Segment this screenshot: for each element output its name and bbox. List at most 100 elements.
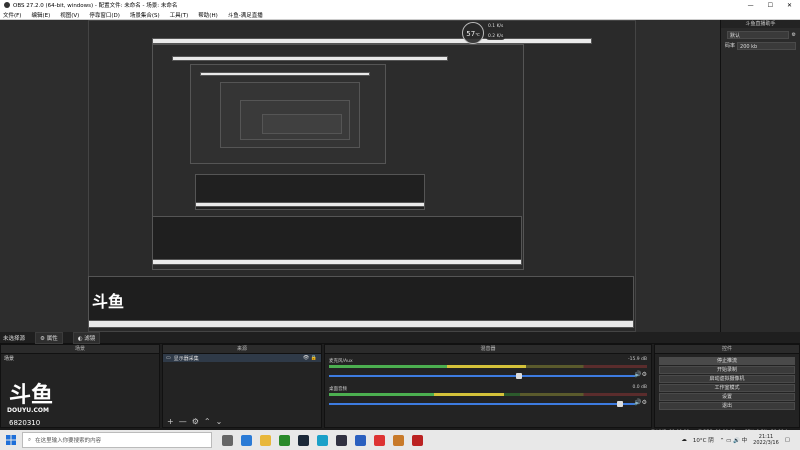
- clock-date: 2022/3/16: [753, 440, 779, 446]
- search-placeholder: 在这里输入你要搜索的内容: [35, 438, 102, 444]
- add-source-button[interactable]: +: [167, 417, 174, 426]
- temperature-unit: ℃: [475, 32, 480, 37]
- menu-view[interactable]: 视图(V): [60, 11, 79, 19]
- system-tray: ☁ 10°C 阴 ⌃ ▭ 🔊 中 21:11 2022/3/16 ▢: [681, 434, 800, 446]
- app-icon-orange[interactable]: [393, 434, 404, 446]
- xbox-icon[interactable]: [279, 434, 290, 446]
- close-button[interactable]: ✕: [787, 2, 792, 9]
- desktop-speaker-icon[interactable]: 🔊⚙: [634, 399, 647, 406]
- properties-button[interactable]: ⚙ 属性: [35, 331, 63, 344]
- douyu-url: DOUYU.COM: [7, 407, 49, 414]
- tray-icons[interactable]: ⌃ ▭ 🔊 中: [720, 436, 747, 444]
- netease-music-icon[interactable]: [374, 434, 385, 446]
- sources-dock-title: 来源: [163, 345, 321, 354]
- mic-speaker-icon[interactable]: 🔊⚙: [634, 371, 647, 378]
- menu-douyu[interactable]: 斗鱼-满足直播: [228, 11, 263, 19]
- menu-tools[interactable]: 工具(T): [170, 11, 189, 19]
- mixer-dock: 混音器 麦克风/Aux -15.9 dB 🔊⚙ 桌面音频 0.0 dB 🔊⚙: [324, 344, 652, 428]
- douyu-logo-nested: 斗鱼: [92, 292, 125, 311]
- stop-streaming-button[interactable]: 停止推流: [659, 357, 795, 365]
- obs-icon[interactable]: [336, 434, 347, 446]
- mic-level-fill: [329, 365, 527, 368]
- douyu-assistant-panel: 斗鱼直播助手 默认 ⚙ 码率 200 kb: [720, 20, 800, 332]
- menu-edit[interactable]: 编辑(E): [31, 11, 50, 19]
- settings-gear-icon[interactable]: ⚙: [792, 32, 796, 38]
- menu-file[interactable]: 文件(F): [3, 11, 21, 19]
- taskbar-apps: [222, 434, 423, 446]
- filters-button[interactable]: ◐ 滤镜: [72, 331, 101, 344]
- app-icon-red[interactable]: [412, 434, 423, 446]
- maximize-button[interactable]: ☐: [768, 2, 773, 9]
- mixer-channel-desktop: 桌面音频 0.0 dB 🔊⚙: [329, 385, 647, 415]
- task-view-icon[interactable]: [222, 434, 233, 446]
- preview-canvas[interactable]: 斗鱼 57℃ 0.1 K/s 0.2 K/s: [0, 20, 720, 332]
- menu-docks[interactable]: 停靠窗口(D): [89, 11, 120, 19]
- download-speed: 0.2 K/s: [486, 33, 506, 40]
- exit-button[interactable]: 退出: [659, 402, 795, 410]
- nested-capture-9: [262, 114, 342, 134]
- visibility-eye-icon[interactable]: 👁 🔒: [303, 355, 317, 361]
- properties-label: 属性: [46, 335, 58, 342]
- studio-mode-button[interactable]: 工作室模式: [659, 384, 795, 392]
- desktop-volume-slider[interactable]: [329, 401, 635, 407]
- app-icon-blue[interactable]: [355, 434, 366, 446]
- source-settings-button[interactable]: ⚙: [192, 417, 199, 426]
- desktop-channel-name: 桌面音频: [329, 387, 347, 392]
- start-virtual-camera-button[interactable]: 启动虚拟摄像机: [659, 375, 795, 383]
- move-down-button[interactable]: ⌄: [216, 417, 223, 426]
- steam-icon[interactable]: [298, 434, 309, 446]
- weather-icon: ☁: [681, 437, 687, 443]
- source-toolbar: 未选择源 ⚙ 属性 ◐ 滤镜: [0, 331, 800, 344]
- window-titlebar: OBS 27.2.0 (64-bit, windows) - 配置文件: 未命名…: [0, 0, 800, 10]
- minimize-button[interactable]: —: [748, 2, 754, 9]
- edge-icon[interactable]: [317, 434, 328, 446]
- room-id: 6820310: [9, 419, 41, 427]
- move-up-button[interactable]: ⌃: [204, 417, 211, 426]
- controls-dock: 控件 停止推流 开始录制 启动虚拟摄像机 工作室模式 设置 退出: [654, 344, 800, 428]
- scene-item[interactable]: 场景: [1, 354, 159, 362]
- window-title: OBS 27.2.0 (64-bit, windows) - 配置文件: 未命名…: [13, 3, 178, 9]
- desktop-level-fill: [329, 393, 504, 396]
- start-recording-button[interactable]: 开始录制: [659, 366, 795, 374]
- nested-taskbar-3: [195, 202, 425, 207]
- scene-item-label: 场景: [4, 355, 15, 362]
- scenes-dock-title: 场景: [1, 345, 159, 354]
- remove-source-button[interactable]: —: [179, 417, 187, 426]
- bitrate-label: 码率: [725, 43, 736, 49]
- menu-scene-collection[interactable]: 场景集合(S): [130, 11, 160, 19]
- start-button[interactable]: [0, 430, 22, 450]
- file-explorer-icon[interactable]: [260, 434, 271, 446]
- filters-label: 滤镜: [84, 335, 96, 342]
- bitrate-input[interactable]: 200 kb: [737, 41, 796, 50]
- upload-speed: 0.1 K/s: [486, 23, 506, 30]
- windows-taskbar: ⌕ 在这里输入你要搜索的内容 ☁ 10°C 阴 ⌃ ▭ 🔊 中 21:11 20…: [0, 430, 800, 450]
- bitrate-row: 码率 200 kb: [725, 41, 796, 50]
- mic-volume-knob[interactable]: [515, 373, 522, 379]
- sources-list[interactable]: ▭ 显示器采集 👁 🔒: [163, 354, 321, 415]
- temperature-gauge: 57℃: [462, 22, 484, 44]
- settings-button[interactable]: 设置: [659, 393, 795, 401]
- monitor-icon: ▭: [166, 355, 171, 361]
- taskbar-search[interactable]: ⌕ 在这里输入你要搜索的内容: [22, 432, 212, 448]
- source-item-label: 显示器采集: [173, 355, 199, 362]
- controls-dock-title: 控件: [655, 345, 799, 354]
- mic-volume-slider[interactable]: [329, 373, 635, 379]
- taskbar-clock[interactable]: 21:11 2022/3/16: [753, 434, 779, 446]
- notification-icon[interactable]: ▢: [785, 437, 790, 443]
- preset-select[interactable]: 默认: [727, 30, 789, 39]
- windows-logo-icon: [6, 435, 16, 445]
- desktop-volume-knob[interactable]: [616, 401, 623, 407]
- mail-icon[interactable]: [241, 434, 252, 446]
- weather-text[interactable]: 10°C 阴: [693, 436, 714, 444]
- menu-help[interactable]: 帮助(H): [198, 11, 217, 19]
- nested-taskbar-1: [88, 320, 634, 328]
- sources-toolbar: + — ⚙ ⌃ ⌄: [163, 415, 321, 427]
- mixer-dock-title: 混音器: [325, 345, 651, 354]
- source-item[interactable]: ▭ 显示器采集 👁 🔒: [163, 354, 321, 362]
- app-icon: [4, 2, 10, 8]
- menu-bar: 文件(F) 编辑(E) 视图(V) 停靠窗口(D) 场景集合(S) 工具(T) …: [0, 10, 800, 20]
- scenes-dock: 场景 场景 斗鱼 DOUYU.COM 6820310: [0, 344, 160, 428]
- nested-docks-1: [88, 276, 634, 322]
- panel-title: 斗鱼直播助手: [721, 20, 800, 28]
- mic-channel-db: -15.9 dB: [627, 357, 647, 362]
